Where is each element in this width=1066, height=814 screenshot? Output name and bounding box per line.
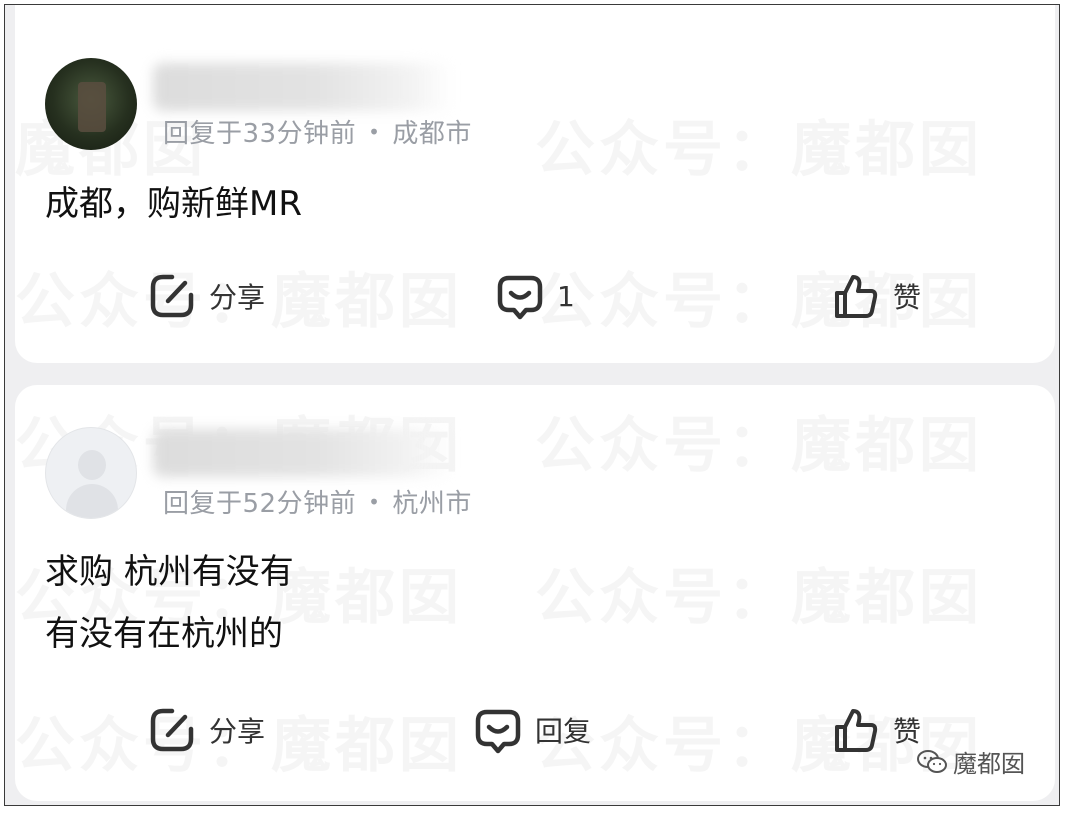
comment-text: 成都，购新鲜MR [45, 173, 302, 235]
comment-card: 公众号：魔都囡 魔都囡 公众号：魔都囡 公众号：魔都囡 回复于33分钟前•成都市… [15, 5, 1055, 363]
separator-dot: • [368, 490, 381, 514]
comment-meta: 回复于33分钟前 • 成都市 [163, 113, 472, 150]
watermark: 公众号：魔都囡 [535, 397, 983, 484]
comment-text: 求购 杭州有没有 有没有在杭州的 [45, 541, 294, 665]
share-label: 分享 [209, 715, 266, 748]
share-button[interactable]: 分享 [147, 703, 265, 757]
thumbs-up-icon [831, 271, 881, 321]
reply-button[interactable]: 1 [495, 269, 575, 323]
comment-time: 回复于52分钟前 [163, 489, 357, 519]
share-button[interactable]: 分享 [147, 269, 265, 323]
comment-card: 公众号：魔都囡 公众号：魔都囡 公众号：魔都囡 公众号：魔都囡 公众号：魔都囡 … [15, 385, 1055, 801]
comment-time: 回复于33分钟前 [163, 119, 357, 149]
screenshot-frame: 公众号：魔都囡 魔都囡 公众号：魔都囡 公众号：魔都囡 回复于33分钟前 • 成都市… [4, 4, 1060, 806]
share-icon [147, 705, 197, 755]
watermark: 公众号：魔都囡 [535, 101, 983, 188]
share-icon [147, 271, 197, 321]
avatar-placeholder-body [66, 484, 118, 518]
avatar[interactable] [45, 58, 137, 150]
username-blurred[interactable] [153, 63, 453, 111]
comment-line: 求购 杭州有没有 [45, 552, 294, 592]
avatar[interactable] [45, 427, 137, 519]
comment-line: 有没有在杭州的 [45, 614, 283, 654]
comment-meta: 回复于52分钟前 • 杭州市 [163, 483, 472, 520]
like-button[interactable]: 赞 [831, 703, 921, 757]
like-label: 赞 [893, 281, 922, 314]
comment-line: 成都，购新鲜MR [45, 184, 302, 224]
username-blurred[interactable] [153, 429, 453, 477]
like-button[interactable]: 赞 [831, 269, 921, 323]
comment-location: 成都市 [392, 119, 472, 149]
reply-label: 回复 [535, 715, 592, 748]
reply-count: 1 [557, 279, 575, 313]
comment-bubble-icon [473, 705, 523, 755]
brand-watermark: 魔都囡 [917, 744, 1025, 779]
thumbs-up-icon [831, 705, 881, 755]
brand-label: 魔都囡 [953, 750, 1025, 778]
share-label: 分享 [209, 281, 266, 314]
watermark: 公众号：魔都囡 [535, 549, 983, 636]
avatar-placeholder-head [78, 450, 106, 480]
reply-button[interactable]: 回复 [473, 703, 591, 757]
comment-bubble-icon [495, 271, 545, 321]
avatar-face [78, 82, 106, 132]
separator-dot: • [368, 120, 381, 144]
comment-location: 杭州市 [392, 489, 472, 519]
wechat-icon [917, 749, 947, 773]
